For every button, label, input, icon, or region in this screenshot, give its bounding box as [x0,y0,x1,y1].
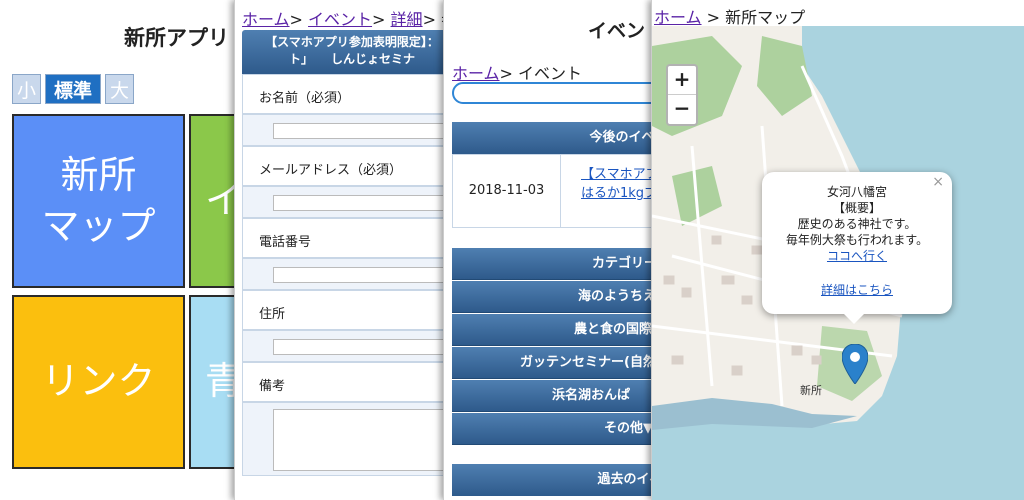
category-button-umi[interactable]: 海のようちえ [452,281,659,313]
zoom-control: + − [666,64,698,126]
popup-description-1: 歴史のある神社です。 [797,217,917,231]
phone-label: 電話番号 [242,218,450,258]
breadcrumb-separator: > [422,10,436,29]
name-field[interactable] [273,123,450,139]
address-label: 住所 [242,290,450,330]
event-link-line2[interactable]: はるか1kgプ [581,184,659,203]
font-size-selector: 小 標準 大 [12,74,135,104]
page-title: イベン [588,20,646,42]
form-header: 【スマホアプリ参加表明限定】： ト」 しんじょセミナ [242,30,450,74]
map-panel: ホーム > 新所マップ + − 新所 × 女河八幡宮 【概要】 歴史のある神社で… [651,0,1024,500]
past-events-header: 過去のイベ [452,464,659,496]
form-header-text: 【スマホアプリ参加表明限定】： ト」 しんじょセミナ [265,35,439,66]
map-town-label: 新所 [800,384,822,397]
event-link[interactable]: 【スマホアプ はるか1kgプ [581,165,659,203]
search-input[interactable] [452,82,659,104]
phone-field[interactable] [273,267,450,283]
popup-description-2: 毎年例大祭も行われます。 [785,233,929,247]
popup-tip [844,314,864,324]
name-label: お名前（必須） [242,74,450,114]
popup-detail-link[interactable]: 詳細はこちら [762,282,952,298]
breadcrumb: ホーム> イベント> 詳細> 参 [242,6,450,30]
event-link-line1[interactable]: 【スマホアプ [581,165,659,184]
upcoming-events-header: 今後のイベ [452,122,659,154]
category-header-button[interactable]: カテゴリー [452,248,659,280]
breadcrumb: ホーム > 新所マップ [654,4,805,28]
signup-form: お名前（必須） メールアドレス（必須） 電話番号 住所 備考 [242,74,450,476]
breadcrumb-current: > イベント [499,64,583,83]
event-date: 2018-11-03 [453,155,561,227]
event-list-panel: イベン ホーム> イベント 今後のイベ 2018-11-03 【スマホアプ はる… [443,0,659,500]
font-size-normal-button[interactable]: 標準 [45,74,102,104]
breadcrumb-home-link[interactable]: ホーム [654,8,702,27]
category-button-other[interactable]: その他▼ [452,413,659,445]
map-popup: × 女河八幡宮 【概要】 歴史のある神社です。 毎年例大祭も行われます。 ココへ… [762,172,952,324]
popup-close-icon[interactable]: × [932,174,944,190]
breadcrumb-detail-link[interactable]: 詳細 [391,10,423,29]
link-tile-button[interactable]: リンク [12,295,185,469]
font-size-large-button[interactable]: 大 [105,74,135,104]
popup-summary-label: 【概要】 [832,201,881,215]
app-title: 新所アプリ [124,26,229,50]
category-button-noushoku[interactable]: 農と食の国際 [452,314,659,346]
popup-go-link[interactable]: ココへ行く [762,248,952,264]
notes-textarea[interactable] [273,409,450,471]
breadcrumb-separator: > [372,10,386,29]
category-button-hamanako[interactable]: 浜名湖おんぱ [452,380,659,412]
email-field[interactable] [273,195,450,211]
breadcrumb: ホーム> イベント [452,60,582,84]
address-row [242,330,450,362]
home-screen-panel: 新所アプリ 小 標準 大 新所 マップ イ リンク 青 [0,0,240,500]
map-tile-button[interactable]: 新所 マップ [12,114,185,288]
notes-row [242,402,450,476]
email-row [242,186,450,218]
email-label: メールアドレス（必須） [242,146,450,186]
event-row: 2018-11-03 【スマホアプ はるか1kgプ [452,154,659,228]
notes-label: 備考 [242,362,450,402]
breadcrumb-event-link[interactable]: イベント [308,10,372,29]
map-marker-icon[interactable] [841,343,869,388]
category-button-gatten[interactable]: ガッテンセミナー(自然 [452,347,659,379]
event-tile-button[interactable]: イ [189,114,240,288]
address-field[interactable] [273,339,450,355]
font-size-small-button[interactable]: 小 [12,74,42,104]
breadcrumb-home-link[interactable]: ホーム [242,10,290,29]
breadcrumb-separator: > [289,10,303,29]
breadcrumb-current: > 新所マップ [701,8,806,27]
zoom-in-button[interactable]: + [668,66,696,95]
blue-tile-button[interactable]: 青 [189,295,240,469]
zoom-out-button[interactable]: − [668,95,696,124]
breadcrumb-home-link[interactable]: ホーム [452,64,500,83]
popup-place-name: 女河八幡宮 [826,185,887,199]
event-signup-panel: ホーム> イベント> 詳細> 参 【スマホアプリ参加表明限定】： ト」 しんじょ… [234,0,450,500]
name-row [242,114,450,146]
phone-row [242,258,450,290]
